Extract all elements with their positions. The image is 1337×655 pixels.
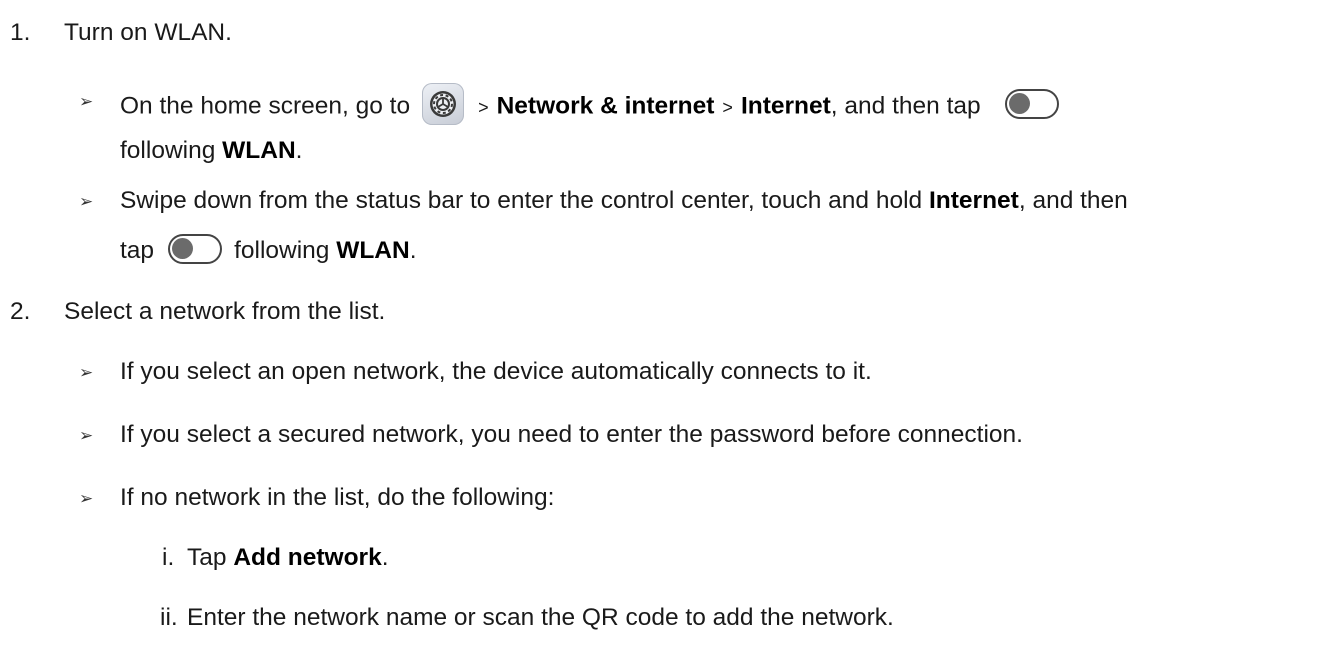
bullet-glyph: ➢ <box>79 92 94 111</box>
wlan-label: WLAN <box>336 237 410 264</box>
substep-number-i: i. <box>162 544 175 571</box>
wlan-label: WLAN <box>222 137 296 164</box>
bullet-1-2-text-1: Swipe down from the status bar to enter … <box>120 187 923 214</box>
bullet-1-2-text-3: tap <box>120 237 155 264</box>
separator: > <box>478 97 489 118</box>
period: . <box>381 544 389 571</box>
bullet-2-3: If no network in the list, do the follow… <box>120 484 555 511</box>
toggle-switch-off-icon <box>1004 89 1059 119</box>
bullet-2-2: If you select a secured network, you nee… <box>120 421 1023 448</box>
menu-path-network-internet: Network & internet <box>496 92 715 120</box>
period: . <box>409 237 417 264</box>
bullet-1-1-line-2: following WLAN. <box>120 136 302 167</box>
settings-gear-icon <box>422 83 465 125</box>
step-number-2: 2. <box>10 298 31 325</box>
substep-number-ii: ii. <box>160 604 178 631</box>
bullet-1-2-text-4: following <box>234 237 330 264</box>
substep-ii: Enter the network name or scan the QR co… <box>187 604 894 631</box>
bullet-2-1: If you select an open network, the devic… <box>120 358 872 385</box>
step-text-1: Turn on WLAN. <box>64 19 232 46</box>
toggle-switch-off-icon <box>168 233 223 264</box>
bullet-1-1-line-1: On the home screen, go to > Network & inte… <box>120 83 1071 128</box>
bullet-1-2-text-2: , and then <box>1018 187 1128 214</box>
bullet-glyph: ➢ <box>79 192 94 211</box>
bullet-1-1-text-2: , and then tap <box>830 92 981 120</box>
bullet-1-2-line-1: Swipe down from the status bar to enter … <box>120 186 1128 217</box>
bullet-1-2-line-2: tap following WLAN. <box>120 233 417 267</box>
substep-i-text: Tap <box>187 544 227 571</box>
bullet-glyph: ➢ <box>79 363 94 382</box>
substep-i: Tap Add network. <box>187 543 389 574</box>
internet-label: Internet <box>928 187 1019 214</box>
bullet-glyph: ➢ <box>79 489 94 508</box>
period: . <box>295 137 303 164</box>
separator: > <box>722 97 733 118</box>
bullet-glyph: ➢ <box>79 426 94 445</box>
add-network-label: Add network <box>233 544 382 571</box>
step-number-1: 1. <box>10 19 31 46</box>
menu-path-internet: Internet <box>740 92 831 120</box>
bullet-1-1-text-3: following <box>120 137 216 164</box>
step-text-2: Select a network from the list. <box>64 298 386 325</box>
bullet-1-1-text-1: On the home screen, go to <box>120 92 411 120</box>
